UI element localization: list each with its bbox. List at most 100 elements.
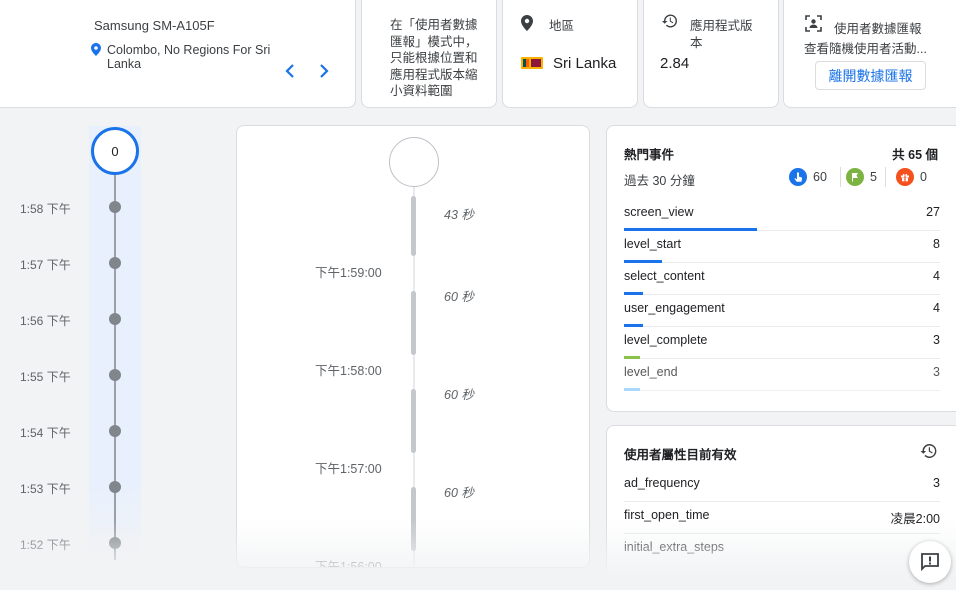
- event-name: screen_view: [624, 205, 694, 219]
- segment-duration: 60 秒: [444, 290, 474, 304]
- debug-view-subtitle: 查看隨機使用者活動...: [804, 42, 927, 56]
- minute-dot[interactable]: [109, 201, 121, 213]
- feedback-button[interactable]: [909, 541, 951, 583]
- seconds-segment[interactable]: [411, 196, 416, 256]
- minutes-stream-line: [114, 170, 116, 560]
- location-pin-icon: [521, 15, 533, 31]
- event-row[interactable]: select_content 4: [624, 263, 940, 295]
- current-minute-count[interactable]: 0: [91, 127, 139, 175]
- previous-device-button[interactable]: [279, 60, 301, 82]
- flag-count: 5: [846, 168, 877, 186]
- face-scan-icon: [805, 15, 822, 32]
- app-version-label: 應用程式版本: [690, 19, 753, 50]
- divider: [885, 167, 886, 187]
- event-name: select_content: [624, 269, 705, 283]
- divider: [840, 167, 841, 187]
- app-version-value: 2.84: [660, 55, 690, 72]
- minute-dot[interactable]: [109, 313, 121, 325]
- property-value: 凌晨2:00: [890, 512, 940, 526]
- device-location-text: Colombo, No Regions For Sri Lanka: [107, 43, 271, 71]
- event-row[interactable]: level_start 8: [624, 231, 940, 263]
- history-icon[interactable]: [920, 442, 938, 460]
- app-version-card[interactable]: 應用程式版本 2.84: [643, 0, 779, 108]
- minute-label: 1:58 下午: [20, 202, 71, 216]
- event-name: user_engagement: [624, 301, 725, 315]
- minute-dot[interactable]: [109, 481, 121, 493]
- segment-duration: 60 秒: [444, 486, 474, 500]
- minute-label: 1:56 下午: [20, 314, 71, 328]
- minute-dot[interactable]: [109, 425, 121, 437]
- event-count: 3: [933, 365, 940, 379]
- top-events-card: 熱門事件 共 65 個 過去 30 分鐘 60 5 0 screen_view …: [606, 125, 956, 412]
- event-count: 8: [933, 237, 940, 251]
- debug-view-card: 使用者數據匯報 查看隨機使用者活動... 離開數據匯報: [783, 0, 956, 108]
- minute-dot[interactable]: [109, 257, 121, 269]
- location-pin-icon: [91, 43, 101, 56]
- seconds-segment[interactable]: [411, 291, 416, 355]
- sri-lanka-flag-icon: [521, 57, 543, 69]
- minute-label: 1:53 下午: [20, 482, 71, 496]
- event-row[interactable]: level_complete 3: [624, 327, 940, 359]
- property-value: 3: [933, 476, 940, 490]
- event-name: level_start: [624, 237, 681, 251]
- minute-label: 1:52 下午: [20, 538, 71, 552]
- property-row[interactable]: initial_extra_steps: [624, 534, 940, 566]
- debug-view-label: 使用者數據匯報: [834, 22, 922, 36]
- feedback-icon: [921, 553, 939, 572]
- next-device-button[interactable]: [313, 60, 335, 82]
- conversion-count-value: 60: [813, 170, 827, 184]
- region-value: Sri Lanka: [553, 55, 617, 72]
- touch-icon: [789, 168, 807, 186]
- flag-count-value: 5: [870, 170, 877, 184]
- segment-time: 下午1:56:00: [315, 560, 382, 568]
- seconds-stream-head[interactable]: [389, 137, 439, 187]
- device-location: Colombo, No Regions For Sri Lanka: [91, 43, 271, 71]
- seconds-stream-card: 43 秒 下午1:59:00 60 秒 下午1:58:00 60 秒 下午1:5…: [236, 125, 590, 568]
- event-row[interactable]: screen_view 27: [624, 199, 940, 231]
- debug-mode-note-card: 在「使用者數據匯報」模式中，只能根據位置和應用程式版本縮小資料範圍: [361, 0, 497, 108]
- segment-time: 下午1:57:00: [315, 462, 382, 476]
- minute-label: 1:54 下午: [20, 426, 71, 440]
- debug-mode-note: 在「使用者數據匯報」模式中，只能根據位置和應用程式版本縮小資料範圍: [390, 18, 478, 98]
- segment-time: 下午1:58:00: [315, 364, 382, 378]
- user-properties-title: 使用者屬性目前有效: [624, 448, 737, 462]
- minute-label: 1:57 下午: [20, 258, 71, 272]
- conversion-count: 60: [789, 168, 827, 186]
- history-icon: [662, 14, 677, 28]
- property-row[interactable]: first_open_time 凌晨2:00: [624, 502, 940, 534]
- event-row[interactable]: user_engagement 4: [624, 295, 940, 327]
- segment-duration: 43 秒: [444, 208, 474, 222]
- chevron-right-icon: [320, 64, 329, 78]
- minute-dot[interactable]: [109, 369, 121, 381]
- exit-debug-button[interactable]: 離開數據匯報: [815, 61, 926, 90]
- property-name: ad_frequency: [624, 476, 700, 490]
- event-count: 3: [933, 333, 940, 347]
- event-count: 27: [926, 205, 940, 219]
- segment-duration: 60 秒: [444, 388, 474, 402]
- top-events-period: 過去 30 分鐘: [624, 174, 695, 188]
- error-count: 0: [896, 168, 927, 186]
- region-label: 地區: [549, 19, 575, 33]
- top-events-title: 熱門事件: [624, 148, 675, 162]
- event-count: 4: [933, 301, 940, 315]
- event-row[interactable]: level_end 3: [624, 359, 940, 391]
- seconds-segment[interactable]: [411, 389, 416, 453]
- minute-label: 1:55 下午: [20, 370, 71, 384]
- property-row[interactable]: ad_frequency 3: [624, 470, 940, 502]
- chevron-left-icon: [285, 64, 294, 78]
- minute-dot[interactable]: [109, 537, 121, 549]
- user-properties-card: 使用者屬性目前有效 ad_frequency 3 first_open_time…: [606, 425, 956, 580]
- flag-icon: [846, 168, 864, 186]
- event-name: level_complete: [624, 333, 708, 347]
- property-name: initial_extra_steps: [624, 540, 725, 554]
- device-card: Samsung SM-A105F Colombo, No Regions For…: [0, 0, 356, 108]
- event-share-bar: [624, 388, 640, 391]
- region-card[interactable]: 地區 Sri Lanka: [502, 0, 638, 108]
- error-count-value: 0: [920, 170, 927, 184]
- property-name: first_open_time: [624, 508, 710, 522]
- top-events-total: 共 65 個: [892, 148, 938, 162]
- event-count: 4: [933, 269, 940, 283]
- gift-icon: [896, 168, 914, 186]
- event-name: level_end: [624, 365, 678, 379]
- seconds-segment[interactable]: [411, 487, 416, 551]
